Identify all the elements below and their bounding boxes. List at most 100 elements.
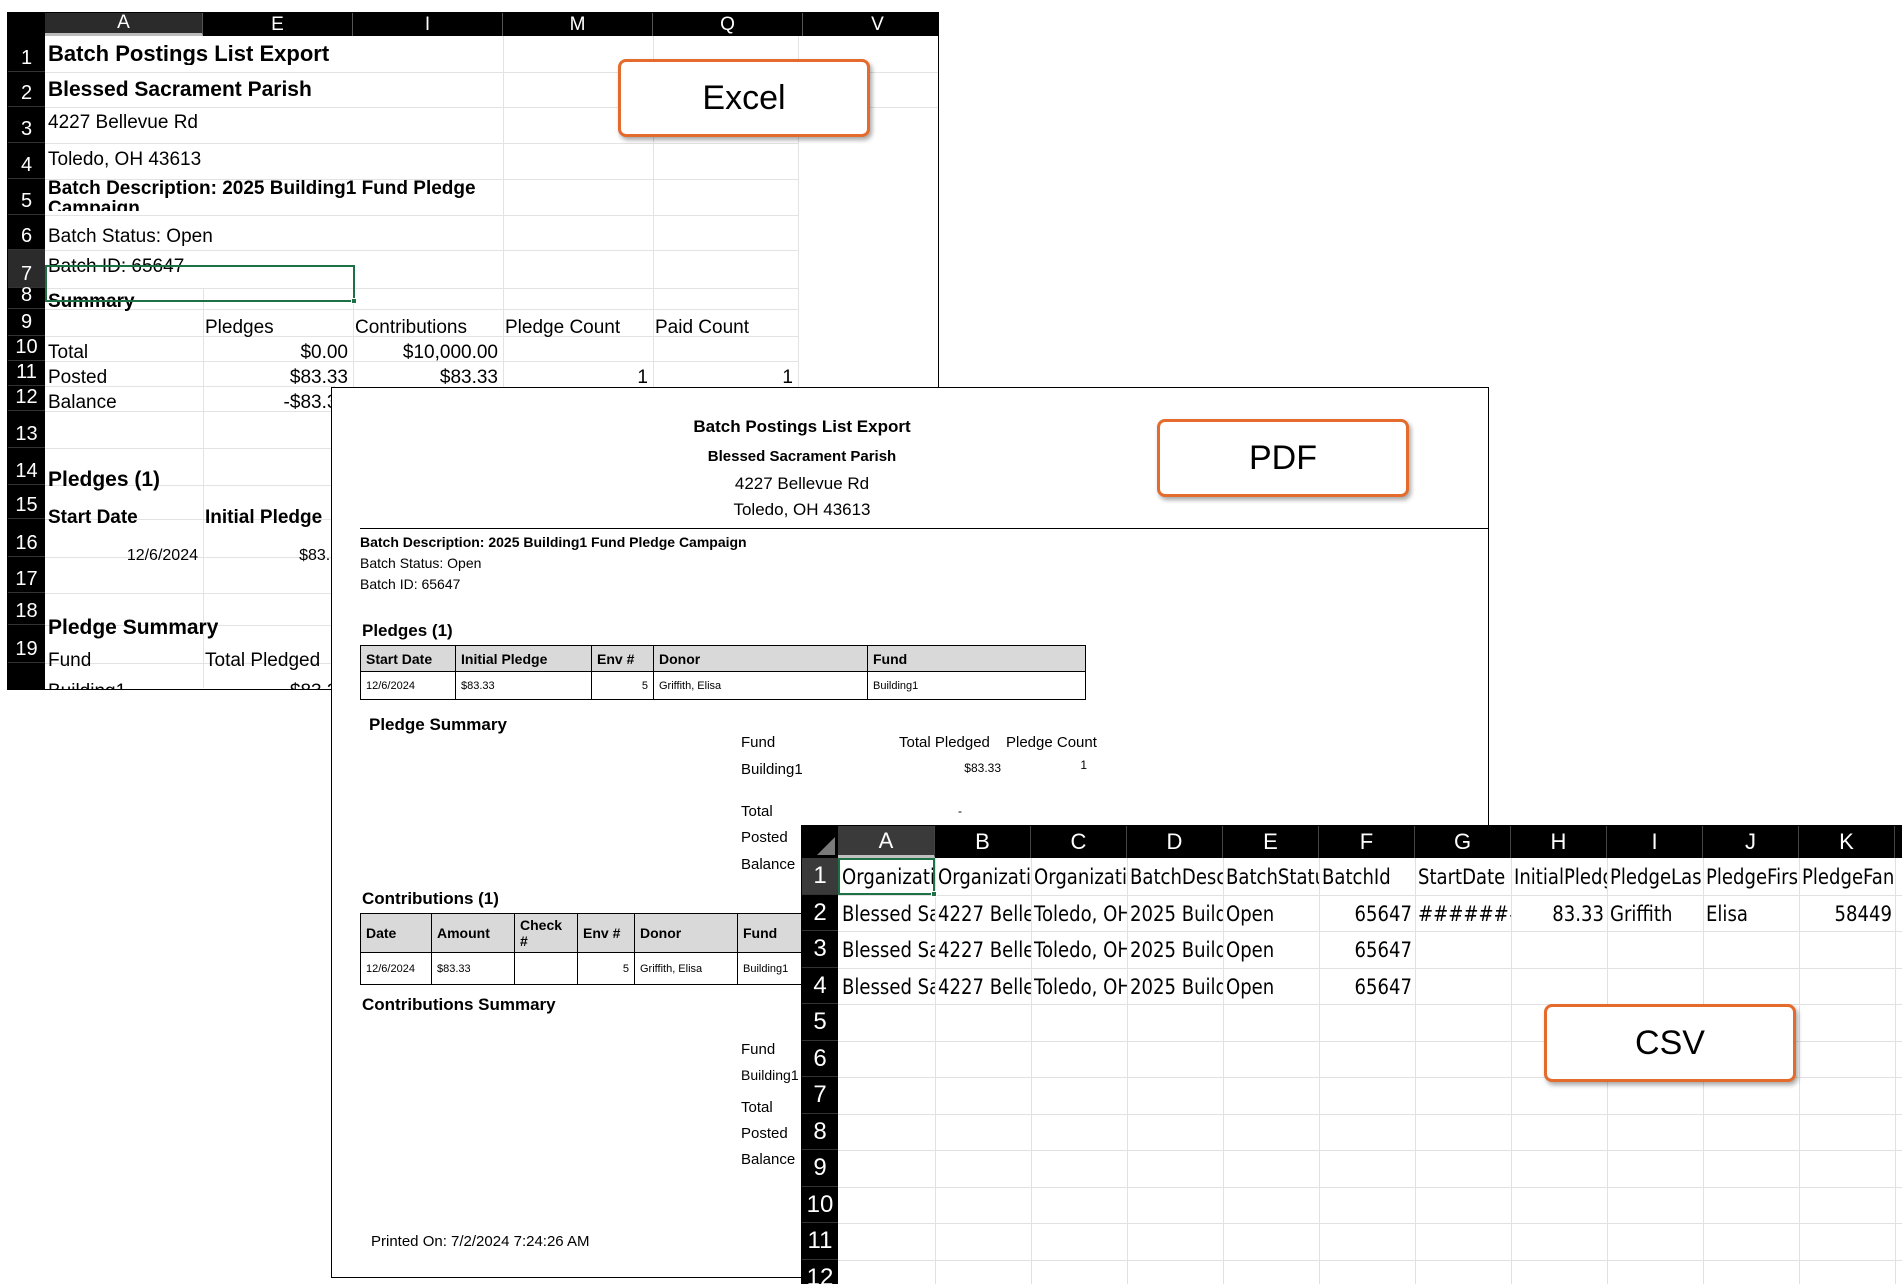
excel-address-line-2[interactable]: Toledo, OH 43613 [48,149,201,171]
excel-row-header[interactable]: 3 [8,107,45,143]
csv-row-header[interactable]: 4 [802,968,838,1004]
excel-summary-row-label[interactable]: Balance [48,392,117,414]
excel-row-header[interactable]: 4 [8,143,45,179]
excel-row-header[interactable]: 16 [8,519,45,557]
csv-data-cell[interactable]: 2025 Build [1130,932,1223,968]
csv-column-header-e[interactable]: E [1223,826,1319,858]
csv-row-header[interactable]: 3 [802,931,838,968]
excel-column-header-i[interactable]: I [353,13,503,36]
csv-data-cell[interactable]: 4227 Belle [938,896,1031,932]
csv-data-cell[interactable]: Toledo, OH [1034,932,1127,968]
excel-row-header[interactable]: 18 [8,593,45,625]
excel-row-header[interactable]: 14 [8,448,45,485]
csv-data-cell[interactable]: Open [1226,896,1319,932]
csv-row-header[interactable]: 8 [802,1114,838,1150]
excel-pledge-summary-fund-header[interactable]: Fund [48,650,91,672]
csv-row-header[interactable]: 6 [802,1041,838,1077]
excel-selected-cell[interactable] [45,265,357,304]
csv-data-cell[interactable]: Griffith [1610,896,1703,932]
excel-pledge-start-date-value[interactable]: 12/6/2024 [48,545,198,567]
csv-column-header-j[interactable]: J [1703,826,1799,858]
csv-data-cell[interactable]: 65647 [1327,969,1412,1005]
excel-column-header-m[interactable]: M [503,13,653,36]
csv-data-cell[interactable]: Elisa [1706,896,1799,932]
csv-header-cell[interactable]: InitialPledg [1514,859,1607,895]
excel-title[interactable]: Batch Postings List Export [48,43,329,65]
csv-header-cell[interactable]: BatchId [1322,859,1415,895]
excel-pledge-col-start-date[interactable]: Start Date [48,507,138,529]
csv-data-cell[interactable]: 2025 Build [1130,896,1223,932]
excel-pledges-heading[interactable]: Pledges (1) [48,469,160,491]
csv-header-cell[interactable]: PledgeFirs [1706,859,1799,895]
csv-column-header-d[interactable]: D [1127,826,1223,858]
csv-fill-handle[interactable] [931,891,937,897]
csv-column-header-a[interactable]: A [838,826,935,858]
csv-column-header-c[interactable]: C [1031,826,1127,858]
csv-row-header[interactable]: 1 [802,858,838,895]
excel-fill-handle[interactable] [351,298,357,304]
csv-header-cell[interactable]: StartDate [1418,859,1511,895]
excel-summary-contributions-value[interactable]: $83.33 [355,367,498,389]
csv-data-cell[interactable]: Open [1226,969,1319,1005]
csv-header-cell[interactable]: Organizati [938,859,1031,895]
excel-summary-pledges-value[interactable]: $0.00 [205,342,348,364]
csv-header-cell[interactable]: PledgeLas [1610,859,1703,895]
excel-pledge-summary-fund-value[interactable]: Building1 [48,681,126,689]
csv-data-cell[interactable]: Open [1226,932,1319,968]
csv-data-cell[interactable]: Blessed Sa [842,896,935,932]
csv-header-cell[interactable]: BatchStatu [1226,859,1319,895]
excel-summary-header-contributions[interactable]: Contributions [355,317,467,339]
csv-data-cell[interactable]: 65647 [1327,932,1412,968]
excel-row-header[interactable]: 7 [8,250,45,288]
csv-header-cell[interactable]: PledgeFan [1802,859,1895,895]
excel-summary-pledges-value[interactable]: -$83.33 [205,392,348,414]
excel-row-header[interactable]: 5 [8,179,45,215]
excel-column-header-q[interactable]: Q [653,13,803,36]
excel-batch-description[interactable]: Batch Description: 2025 Building1 Fund P… [48,179,503,211]
excel-row-header[interactable]: 17 [8,557,45,593]
csv-column-header-f[interactable]: F [1319,826,1415,858]
csv-data-cell[interactable]: ######## [1418,896,1511,932]
csv-data-cell[interactable]: Toledo, OH [1034,969,1127,1005]
csv-data-cell[interactable]: 58449 [1807,896,1892,932]
csv-row-header[interactable]: 12 [802,1260,838,1284]
csv-column-header-b[interactable]: B [935,826,1031,858]
excel-column-header-v[interactable]: V [803,13,938,36]
excel-summary-row-label[interactable]: Posted [48,367,107,389]
excel-row-header[interactable]: 15 [8,485,45,519]
excel-summary-contributions-value[interactable]: $10,000.00 [355,342,498,364]
csv-row-header[interactable]: 7 [802,1077,838,1114]
csv-row-header[interactable]: 11 [802,1223,838,1260]
excel-summary-header-pledges[interactable]: Pledges [205,317,274,339]
excel-pledge-summary-total-header[interactable]: Total Pledged [205,650,320,672]
csv-row-header[interactable]: 5 [802,1004,838,1041]
csv-data-cell[interactable]: 4227 Belle [938,969,1031,1005]
excel-row-header[interactable]: 2 [8,72,45,107]
excel-row-header[interactable]: 1 [8,36,45,72]
excel-parish-name[interactable]: Blessed Sacrament Parish [48,79,312,101]
csv-selected-cell[interactable] [838,858,937,897]
csv-data-cell[interactable]: 83.33 [1519,896,1604,932]
excel-summary-row-label[interactable]: Total [48,342,88,364]
excel-row-header[interactable]: 11 [8,361,45,386]
csv-data-cell[interactable]: 4227 Belle [938,932,1031,968]
csv-data-cell[interactable]: Blessed Sa [842,969,935,1005]
csv-row-header[interactable]: 10 [802,1187,838,1223]
excel-summary-pledge-count-value[interactable]: 1 [505,367,648,389]
csv-data-cell[interactable]: Blessed Sa [842,932,935,968]
excel-pledge-summary-total-value[interactable]: $83.33 [205,681,348,689]
excel-row-header[interactable]: 13 [8,411,45,448]
excel-summary-header-pledge-count[interactable]: Pledge Count [505,317,620,339]
excel-row-header[interactable]: 19 [8,625,45,663]
csv-data-cell[interactable]: 65647 [1327,896,1412,932]
csv-column-header-i[interactable]: I [1607,826,1703,858]
csv-data-cell[interactable]: 2025 Build [1130,969,1223,1005]
excel-summary-header-paid-count[interactable]: Paid Count [655,317,749,339]
excel-row-header[interactable]: 10 [8,336,45,361]
excel-row-header[interactable]: 6 [8,215,45,250]
excel-pledge-summary-heading[interactable]: Pledge Summary [48,617,218,639]
excel-row-header[interactable]: 8 [8,284,45,309]
excel-pledge-initial-value[interactable]: $83.33 [205,545,348,567]
excel-batch-status[interactable]: Batch Status: Open [48,226,213,248]
excel-summary-paid-count-value[interactable]: 1 [655,367,793,389]
